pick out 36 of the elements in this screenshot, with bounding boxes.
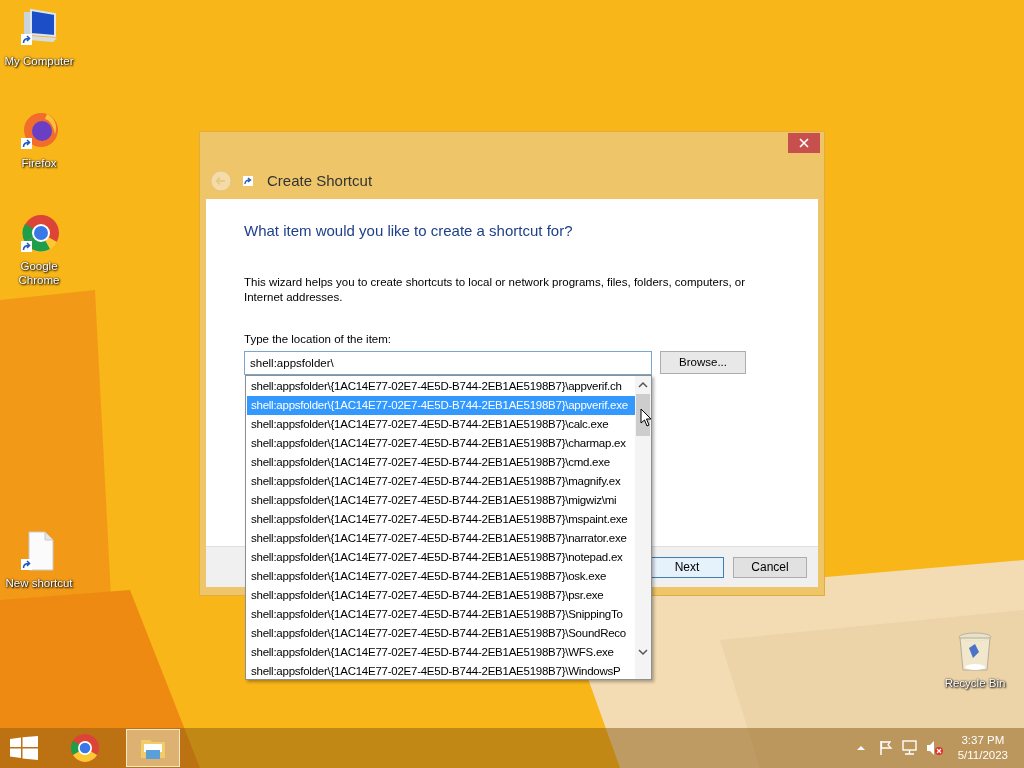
list-item[interactable]: shell:appsfolder\{1AC14E77-02E7-4E5D-B744-2EB1AE5198B7}\magnify.ex [247, 472, 635, 491]
close-icon [799, 138, 809, 148]
taskbar-button[interactable] [126, 729, 180, 767]
speaker-muted-icon[interactable] [925, 740, 944, 756]
flag-icon[interactable] [877, 740, 894, 756]
list-item[interactable]: shell:appsfolder\{1AC14E77-02E7-4E5D-B744-2EB1AE5198B7}\SoundReco [247, 624, 635, 643]
list-item[interactable]: shell:appsfolder\{1AC14E77-02E7-4E5D-B744-2EB1AE5198B7}\cmd.exe [247, 453, 635, 472]
shortcut-icon [243, 176, 253, 186]
list-item[interactable]: shell:appsfolder\{1AC14E77-02E7-4E5D-B744-2EB1AE5198B7}\charmap.ex [247, 434, 635, 453]
scroll-up-icon[interactable] [638, 381, 648, 388]
scroll-down-icon[interactable] [638, 649, 648, 656]
browse-button[interactable]: Browse... [660, 351, 746, 375]
list-item[interactable]: shell:appsfolder\{1AC14E77-02E7-4E5D-B744-2EB1AE5198B7}\osk.exe [247, 567, 635, 586]
network-icon[interactable] [900, 740, 919, 756]
show-hidden-icons-icon[interactable] [855, 745, 866, 751]
list-item[interactable]: shell:appsfolder\{1AC14E77-02E7-4E5D-B744-2EB1AE5198B7}\psr.exe [247, 586, 635, 605]
close-button[interactable] [788, 133, 820, 153]
dialog-button[interactable]: Cancel [733, 556, 807, 578]
list-item[interactable]: shell:appsfolder\{1AC14E77-02E7-4E5D-B744-2EB1AE5198B7}\WFS.exe [247, 643, 635, 662]
list-item[interactable]: shell:appsfolder\{1AC14E77-02E7-4E5D-B744-2EB1AE5198B7}\notepad.ex [247, 548, 635, 567]
window-title: Create Shortcut [267, 170, 373, 191]
scrollbar[interactable] [635, 376, 651, 679]
list-item[interactable]: shell:appsfolder\{1AC14E77-02E7-4E5D-B744-2EB1AE5198B7}\narrator.exe [247, 529, 635, 548]
list-item[interactable]: shell:appsfolder\{1AC14E77-02E7-4E5D-B744-2EB1AE5198B7}\migwiz\mi [247, 491, 635, 510]
dialog-button[interactable]: Next [650, 556, 724, 578]
description-text: This wizard helps you to create shortcuts to local or network programs, files, folders, computers, or Internet addresses. [244, 274, 747, 305]
list-item[interactable]: shell:appsfolder\{1AC14E77-02E7-4E5D-B744-2EB1AE5198B7}\calc.exe [247, 415, 635, 434]
location-field[interactable]: shell:appsfolder\ [244, 350, 652, 375]
field-label: Type the location of the item: [244, 331, 393, 347]
list-item[interactable]: shell:appsfolder\{1AC14E77-02E7-4E5D-B744-2EB1AE5198B7}\appverif.ch [247, 377, 635, 396]
start-icon[interactable] [10, 736, 38, 760]
list-item[interactable]: shell:appsfolder\{1AC14E77-02E7-4E5D-B744-2EB1AE5198B7}\SnippingTo [247, 605, 635, 624]
list-item[interactable]: shell:appsfolder\{1AC14E77-02E7-4E5D-B744-2EB1AE5198B7}\WindowsP [247, 662, 635, 679]
list-item[interactable]: shell:appsfolder\{1AC14E77-02E7-4E5D-B744-2EB1AE5198B7}\mspaint.exe [247, 510, 635, 529]
wizard-heading: What item would you like to create a shortcut for? [244, 221, 574, 241]
chrome-icon [69, 732, 101, 764]
